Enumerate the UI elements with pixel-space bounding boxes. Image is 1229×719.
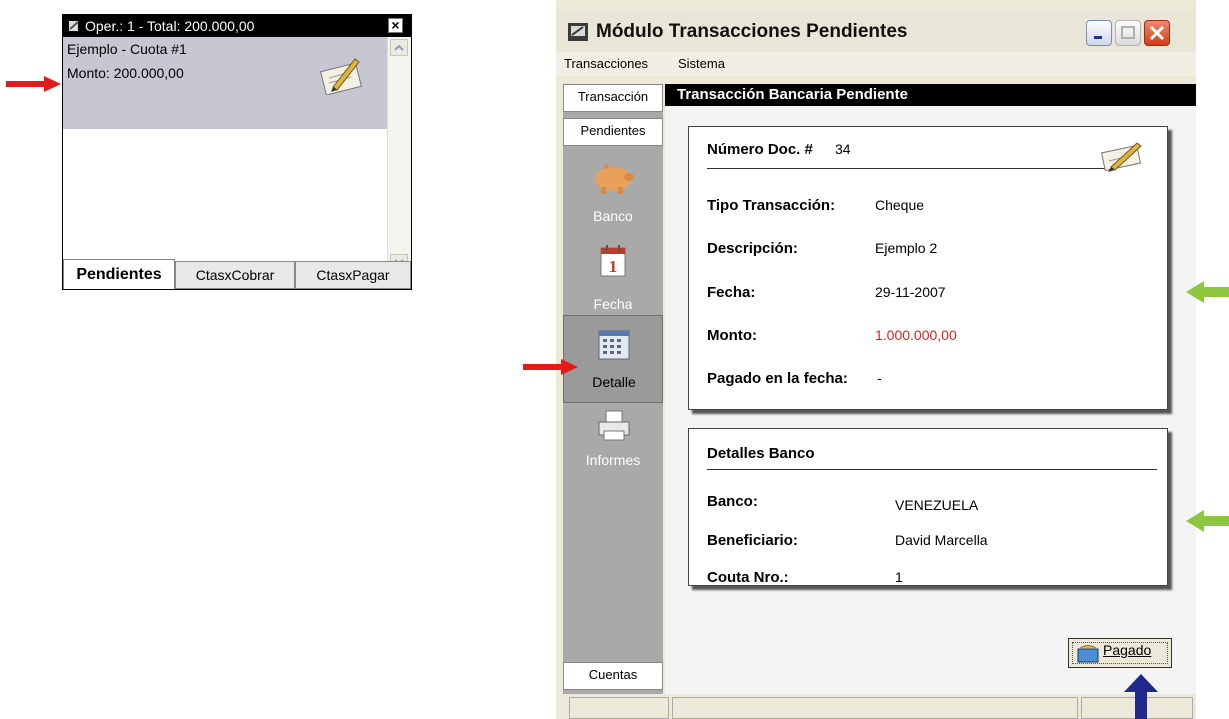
field-label: Pagado en la fecha: xyxy=(707,370,848,387)
tool-fecha[interactable]: 1 Fecha xyxy=(563,238,663,326)
widget-title: Oper.: 1 - Total: 200.000,00 xyxy=(85,18,255,34)
field-label: Fecha: xyxy=(707,284,756,301)
field-tipo-value: Cheque xyxy=(875,197,925,213)
field-pagado-value: - xyxy=(877,370,882,386)
field-label: Banco: xyxy=(707,493,758,510)
menu-transacciones[interactable]: Transacciones xyxy=(564,56,648,71)
main-window: Módulo Transacciones Pendientes Transacc… xyxy=(556,0,1196,719)
close-button[interactable] xyxy=(1144,20,1170,46)
pagado-label: Pagado xyxy=(1103,642,1152,658)
item-amount: Monto: 200.000,00 xyxy=(67,65,184,81)
field-label: Monto: xyxy=(707,327,757,344)
field-couta-value: 1 xyxy=(895,569,903,585)
tool-fecha-label: Fecha xyxy=(593,296,633,312)
tool-detalle[interactable]: Detalle xyxy=(563,315,663,403)
sidebar: Transacción Pendientes Banco 1 Fecha Det… xyxy=(563,84,663,694)
scroll-up-button[interactable] xyxy=(390,39,408,56)
item-description: Ejemplo - Cuota #1 xyxy=(67,41,187,57)
tab-pendientes[interactable]: Pendientes xyxy=(63,259,175,289)
piggy-bank-icon xyxy=(595,163,634,194)
tab-cuentas[interactable]: Cuentas xyxy=(563,662,663,690)
doc-divider xyxy=(707,168,1115,169)
widget-titlebar: Oper.: 1 - Total: 200.000,00 × xyxy=(63,15,411,37)
red-arrow-icon xyxy=(523,359,578,375)
tab-ctasxcobrar[interactable]: CtasxCobrar xyxy=(175,261,295,289)
widget-scrollbar[interactable] xyxy=(387,37,411,273)
minimize-icon xyxy=(1094,36,1102,39)
list-item[interactable]: Ejemplo - Cuota #1 Monto: 200.000,00 xyxy=(63,37,387,129)
field-descripcion-value: Ejemplo 2 xyxy=(875,240,938,256)
check-pencil-icon xyxy=(320,58,362,95)
content-area: Transacción Bancaria Pendiente Número Do… xyxy=(665,84,1196,694)
blue-arrow-icon xyxy=(1124,674,1158,719)
app-icon xyxy=(568,23,588,41)
field-banco-value: VENEZUELA xyxy=(895,497,979,513)
doc-number-value: 34 xyxy=(835,141,851,157)
field-monto-value: 1.000.000,00 xyxy=(875,327,957,343)
tab-transaccion[interactable]: Transacción xyxy=(563,84,663,112)
field-label: Descripción: xyxy=(707,240,798,257)
bank-panel: Detalles Banco Banco: VENEZUELA Benefici… xyxy=(688,428,1168,586)
tool-banco[interactable]: Banco xyxy=(563,150,663,238)
bank-divider xyxy=(707,469,1157,470)
window-title: Módulo Transacciones Pendientes xyxy=(596,21,908,42)
pagado-button[interactable]: Pagado xyxy=(1068,638,1172,668)
pending-widget: Oper.: 1 - Total: 200.000,00 × Ejemplo -… xyxy=(62,14,412,290)
field-label: Beneficiario: xyxy=(707,532,798,549)
green-arrow-icon xyxy=(1186,281,1229,303)
tool-banco-label: Banco xyxy=(593,208,633,224)
tab-ctasxpagar[interactable]: CtasxPagar xyxy=(295,261,411,289)
tab-pendientes-side[interactable]: Pendientes xyxy=(563,118,663,146)
status-segment xyxy=(672,697,1078,719)
chevron-up-icon xyxy=(394,44,404,51)
bank-panel-title: Detalles Banco xyxy=(707,445,815,462)
close-icon xyxy=(1149,25,1165,41)
transaction-icon xyxy=(69,21,79,31)
calendar-icon: 1 xyxy=(600,245,626,277)
doc-number-label: Número Doc. # xyxy=(707,141,813,158)
tool-informes-label: Informes xyxy=(585,452,641,468)
tool-detalle-label: Detalle xyxy=(592,374,636,390)
content-header-title: Transacción Bancaria Pendiente xyxy=(677,86,908,103)
payment-icon xyxy=(1077,645,1099,663)
document-panel: Número Doc. # 34 Tipo Transacción: Chequ… xyxy=(688,126,1168,410)
field-label: Couta Nro.: xyxy=(707,569,789,586)
content-header: Transacción Bancaria Pendiente xyxy=(665,84,1196,106)
menu-bar: Transacciones Sistema xyxy=(556,52,1196,76)
minimize-button[interactable] xyxy=(1086,20,1112,46)
field-beneficiario-value: David Marcella xyxy=(895,532,988,548)
status-segment xyxy=(569,697,669,719)
widget-tabs: Pendientes CtasxCobrar CtasxPagar xyxy=(63,259,411,289)
window-titlebar[interactable]: Módulo Transacciones Pendientes xyxy=(556,12,1196,52)
widget-close-button[interactable]: × xyxy=(388,18,403,33)
green-arrow-icon xyxy=(1186,510,1229,532)
menu-sistema[interactable]: Sistema xyxy=(678,56,725,71)
red-arrow-icon xyxy=(6,76,61,92)
field-fecha-value: 29-11-2007 xyxy=(875,284,946,300)
detail-grid-icon xyxy=(598,330,630,360)
status-bar xyxy=(563,694,1196,719)
field-label: Tipo Transacción: xyxy=(707,197,836,214)
maximize-button[interactable] xyxy=(1115,20,1141,46)
printer-icon xyxy=(598,410,630,441)
maximize-icon xyxy=(1121,26,1135,39)
tool-informes[interactable]: Informes xyxy=(563,404,663,492)
calendar-day: 1 xyxy=(609,257,618,276)
check-pencil-icon xyxy=(1100,142,1142,172)
